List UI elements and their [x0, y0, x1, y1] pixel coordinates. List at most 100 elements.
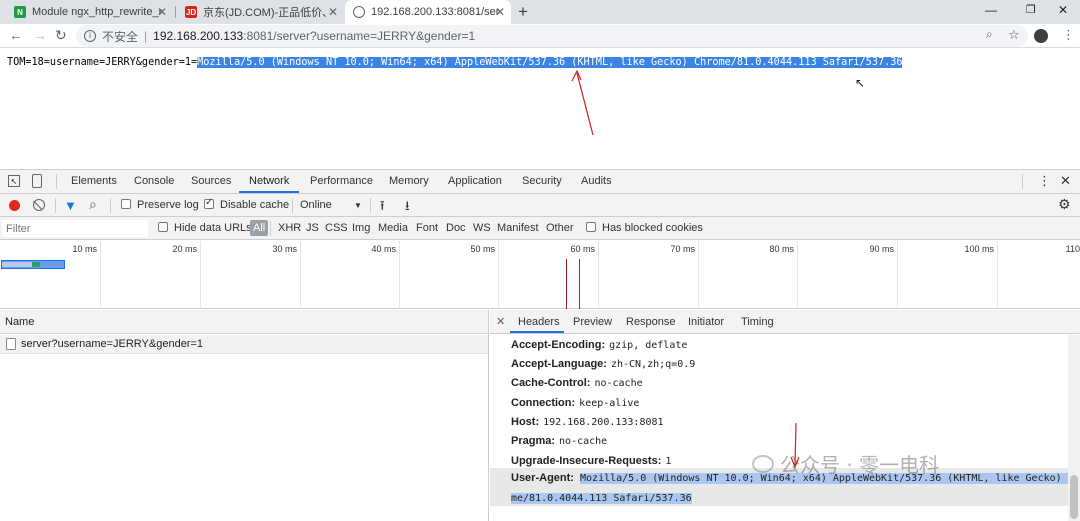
- device-toolbar-icon[interactable]: [32, 174, 42, 188]
- header-cache-control: Cache-Control: no-cache: [511, 377, 643, 389]
- maximize-icon[interactable]: ❐: [1026, 3, 1036, 16]
- header-connection: Connection: keep-alive: [511, 397, 640, 409]
- request-name: server?username=JERRY&gender=1: [21, 338, 204, 350]
- tab-application[interactable]: Application: [448, 175, 502, 187]
- name-column-header[interactable]: Name: [0, 310, 488, 334]
- url-path: :8081/server?username=JERRY&gender=1: [243, 29, 476, 43]
- tick-label: 60 ms: [570, 244, 595, 254]
- detail-tab-bar: ✕ Headers Preview Response Initiator Tim…: [490, 310, 1080, 334]
- tick-label: 70 ms: [670, 244, 695, 254]
- chevron-down-icon[interactable]: ▼: [354, 201, 362, 210]
- table-row[interactable]: server?username=JERRY&gender=1: [0, 335, 488, 354]
- reload-icon[interactable]: ↻: [55, 27, 67, 44]
- browser-menu-icon[interactable]: ⋮: [1062, 27, 1075, 43]
- forward-arrow-icon[interactable]: →: [33, 27, 47, 43]
- tab-memory[interactable]: Memory: [389, 175, 429, 187]
- user-agent-key: User-Agent:: [511, 472, 574, 484]
- devtools-menu-icon[interactable]: ⋮: [1038, 173, 1051, 189]
- tab-console[interactable]: Console: [134, 175, 174, 187]
- profile-avatar-icon[interactable]: [1034, 29, 1048, 43]
- filter-type-manifest[interactable]: Manifest: [497, 222, 539, 234]
- browser-tab-3-active[interactable]: 192.168.200.133:8081/server? ✕: [345, 0, 511, 24]
- close-tab-icon[interactable]: ✕: [495, 5, 505, 19]
- jd-favicon-icon: JD: [185, 6, 197, 18]
- tab-initiator[interactable]: Initiator: [688, 316, 724, 328]
- close-detail-icon[interactable]: ✕: [496, 315, 505, 328]
- tab-response[interactable]: Response: [626, 316, 676, 328]
- divider: |: [144, 29, 148, 43]
- tab-sources[interactable]: Sources: [191, 175, 231, 187]
- new-tab-plus-icon[interactable]: +: [518, 2, 528, 22]
- window-close-icon[interactable]: ✕: [1058, 3, 1068, 17]
- tab-preview[interactable]: Preview: [573, 316, 612, 328]
- tab-elements[interactable]: Elements: [71, 175, 117, 187]
- close-tab-icon[interactable]: ✕: [157, 5, 167, 19]
- filter-type-js[interactable]: JS: [306, 222, 319, 234]
- disable-cache-checkbox[interactable]: [204, 197, 214, 209]
- tick-label: 10 ms: [72, 244, 97, 254]
- tick-label: 90 ms: [869, 244, 894, 254]
- filter-type-other[interactable]: Other: [546, 222, 574, 234]
- header-upgrade-insecure-requests: Upgrade-Insecure-Requests: 1: [511, 455, 672, 467]
- disable-cache-label: Disable cache: [220, 199, 290, 211]
- filter-type-all[interactable]: All: [250, 220, 269, 236]
- export-har-icon[interactable]: ⭳: [405, 197, 410, 219]
- devtools-close-icon[interactable]: ✕: [1060, 173, 1071, 189]
- nginx-favicon-icon: N: [14, 6, 26, 18]
- filter-type-css[interactable]: CSS: [325, 222, 348, 234]
- tab-network[interactable]: Network: [249, 175, 289, 187]
- bookmark-star-icon[interactable]: ☆: [1008, 27, 1020, 43]
- import-har-icon[interactable]: ⭱: [380, 197, 385, 219]
- throttle-select[interactable]: Online: [300, 199, 332, 211]
- tick-label: 110: [1065, 244, 1080, 254]
- browser-tab-title: Module ngx_http_rewrite_mod: [32, 6, 162, 18]
- headers-scrollbar[interactable]: [1068, 335, 1080, 521]
- preserve-log-checkbox[interactable]: [121, 199, 131, 209]
- browser-tab-1[interactable]: N Module ngx_http_rewrite_mod: [6, 0, 170, 24]
- page-content: TOM=18=username=JERRY&gender=1=Mozilla/5…: [0, 49, 1080, 169]
- filter-type-doc[interactable]: Doc: [446, 222, 466, 234]
- search-icon[interactable]: ⌕: [89, 196, 97, 213]
- hide-data-urls-label: Hide data URLs: [174, 222, 252, 234]
- hide-data-urls-checkbox[interactable]: [158, 222, 168, 232]
- close-tab-icon[interactable]: ✕: [328, 5, 338, 19]
- filter-type-font[interactable]: Font: [416, 222, 438, 234]
- request-detail-pane: ✕ Headers Preview Response Initiator Tim…: [490, 310, 1080, 521]
- column-name-label: Name: [5, 316, 35, 328]
- tab-headers[interactable]: Headers: [518, 316, 560, 328]
- minimize-icon[interactable]: —: [985, 3, 997, 17]
- address-bar[interactable]: i 不安全 | 192.168.200.133:8081/server?user…: [76, 25, 1028, 47]
- watermark-text: 公众号 · 零一电科: [780, 453, 940, 477]
- header-host: Host: 192.168.200.133:8081: [511, 416, 664, 428]
- browser-tab-title: 192.168.200.133:8081/server?: [371, 6, 499, 18]
- filter-type-media[interactable]: Media: [378, 222, 408, 234]
- filter-input[interactable]: [2, 220, 148, 237]
- header-accept-language: Accept-Language: zh-CN,zh;q=0.9: [511, 358, 696, 370]
- tick-label: 20 ms: [172, 244, 197, 254]
- back-arrow-icon[interactable]: ←: [9, 27, 23, 43]
- request-headers-list: Accept-Encoding: gzip, deflate Accept-Lan…: [490, 335, 1080, 521]
- zoom-icon[interactable]: ⌕: [986, 27, 993, 42]
- info-icon[interactable]: i: [84, 30, 96, 42]
- filter-type-img[interactable]: Img: [352, 222, 370, 234]
- devtools-panel: ↖ Elements Console Sources Network Perfo…: [0, 169, 1080, 521]
- browser-tab-2[interactable]: JD 京东(JD.COM)-正品低价、品质保: [177, 0, 341, 24]
- tick-label: 30 ms: [272, 244, 297, 254]
- tab-security[interactable]: Security: [522, 175, 562, 187]
- settings-gear-icon[interactable]: ⚙: [1058, 196, 1071, 213]
- filter-type-xhr[interactable]: XHR: [278, 222, 301, 234]
- filter-funnel-icon[interactable]: ▼: [64, 198, 77, 213]
- network-overview-timeline[interactable]: 10 ms 20 ms 30 ms 40 ms 50 ms 60 ms 70 m…: [0, 241, 1080, 309]
- browser-tab-title: 京东(JD.COM)-正品低价、品质保: [203, 7, 333, 19]
- blocked-cookies-checkbox[interactable]: [586, 222, 596, 232]
- response-prefix: TOM=18=username=JERRY&gender=1=: [7, 57, 198, 68]
- filter-type-ws[interactable]: WS: [473, 222, 491, 234]
- watermark: 公众号 · 零一电科: [752, 449, 939, 478]
- tab-performance[interactable]: Performance: [310, 175, 373, 187]
- tick-label: 100 ms: [964, 244, 994, 254]
- scrollbar-thumb[interactable]: [1070, 475, 1078, 519]
- tab-audits[interactable]: Audits: [581, 175, 612, 187]
- tab-timing[interactable]: Timing: [741, 316, 774, 328]
- inspect-element-icon[interactable]: ↖: [8, 175, 20, 187]
- record-icon[interactable]: [9, 200, 20, 211]
